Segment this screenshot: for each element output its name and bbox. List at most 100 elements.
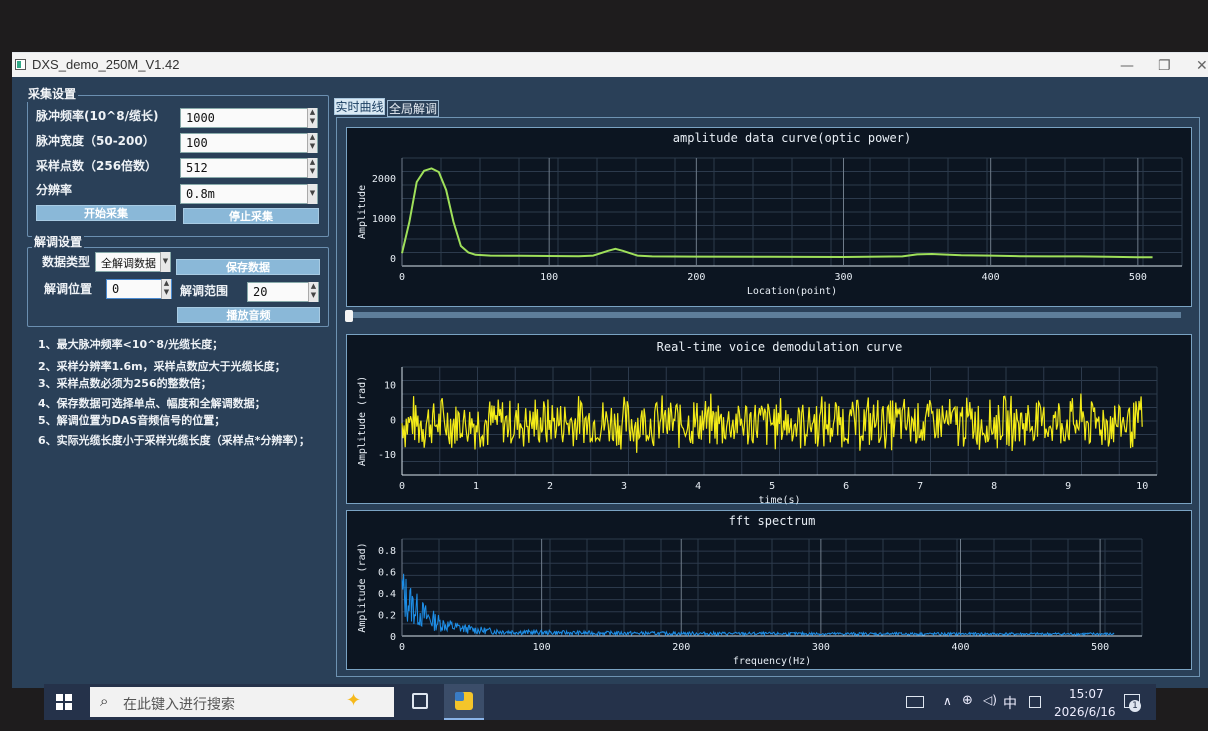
x-tick-label: 10 <box>1136 481 1148 492</box>
spinbox-arrows-icon[interactable]: ▲ ▼ <box>307 108 317 128</box>
x-tick-label: 200 <box>672 642 690 653</box>
close-icon[interactable]: ✕ <box>1196 58 1208 74</box>
taskbar-app-dxs[interactable] <box>444 684 484 720</box>
sample-points-value: 512 <box>186 161 208 175</box>
task-view-icon[interactable] <box>412 693 428 709</box>
save-data-button[interactable]: 保存数据 <box>176 259 320 275</box>
y-axis-label: Amplitude <box>357 185 368 239</box>
start-acquisition-button[interactable]: 开始采集 <box>36 205 176 221</box>
note-2: 2、采样分辨率1.6m，采样点数应大于光缆长度； <box>38 360 286 373</box>
stop-acquisition-button[interactable]: 停止采集 <box>183 208 319 224</box>
x-tick-label: 500 <box>1091 642 1109 653</box>
y-tick-label: 0 <box>390 254 396 265</box>
ime-indicator[interactable]: 中 <box>1003 693 1017 713</box>
x-tick-label: 7 <box>917 481 923 492</box>
demod-position-label: 解调位置 <box>44 282 93 296</box>
app-icon <box>15 59 26 70</box>
x-axis-label: frequency(Hz) <box>733 656 811 667</box>
sample-points-label: 采样点数（256倍数） <box>36 159 158 173</box>
location-slider-handle[interactable] <box>345 310 353 322</box>
pulse-freq-label: 脉冲频率(10^8/缆长) <box>36 109 159 123</box>
spinbox-arrows-icon[interactable]: ▲ ▼ <box>307 158 317 178</box>
resolution-label: 分辨率 <box>36 183 73 197</box>
x-tick-label: 8 <box>991 481 997 492</box>
spinbox-arrows-icon[interactable]: ▲ ▼ <box>308 282 318 302</box>
chevron-down-icon[interactable]: ▼ <box>160 252 170 272</box>
amplitude-chart-svg: amplitude data curve(optic power) Locatio… <box>357 131 1183 297</box>
acquisition-title: 采集设置 <box>26 85 79 102</box>
chart-title: amplitude data curve(optic power) <box>673 131 911 145</box>
x-axis-label: time(s) <box>758 495 800 505</box>
chart-title: Real-time voice demodulation curve <box>657 340 903 354</box>
keyboard-icon[interactable] <box>906 696 924 708</box>
demod-title: 解调设置 <box>32 233 85 250</box>
resolution-select[interactable]: 0.8m ▼ <box>180 184 318 204</box>
chevron-down-icon[interactable]: ▼ <box>307 184 317 204</box>
data-type-select[interactable]: 全解调数据 ▼ <box>95 252 171 272</box>
minimize-icon[interactable]: — <box>1120 58 1134 74</box>
x-tick-label: 0 <box>399 481 405 492</box>
amplitude-series-line <box>401 167 1153 259</box>
taskbar: ⌕ 在此键入进行搜索 ✦ ∧ ⊕ ◁) 中 15:07 2026/6/16 1 <box>44 684 1156 720</box>
window-title: DXS_demo_250M_V1.42 <box>32 57 180 72</box>
resolution-value: 0.8m <box>186 187 215 201</box>
windows-start-icon[interactable] <box>56 694 72 710</box>
x-tick-label: 4 <box>695 481 701 492</box>
clock-time[interactable]: 15:07 <box>1069 687 1104 701</box>
demod-position-input[interactable]: 0 ▲ ▼ <box>106 279 172 299</box>
maximize-icon[interactable]: ❐ <box>1158 58 1171 74</box>
x-tick-label: 1 <box>473 481 479 492</box>
data-type-value: 全解调数据 <box>101 257 156 270</box>
y-tick-label: 0.2 <box>378 610 396 621</box>
chart-title: fft spectrum <box>729 514 816 528</box>
ime-mode-icon[interactable] <box>1029 696 1041 708</box>
y-tick-label: 0 <box>390 415 396 426</box>
x-tick-label: 0 <box>399 642 405 653</box>
pulse-freq-value: 1000 <box>186 111 215 125</box>
note-1: 1、最大脉冲频率<10^8/光缆长度； <box>38 338 224 351</box>
x-tick-label: 2 <box>547 481 553 492</box>
demod-range-label: 解调范围 <box>180 284 229 298</box>
x-tick-label: 400 <box>951 642 969 653</box>
y-tick-label: 0.8 <box>378 546 396 557</box>
title-bar: DXS_demo_250M_V1.42 — ❐ ✕ <box>12 53 1208 77</box>
sample-points-input[interactable]: 512 ▲ ▼ <box>180 158 318 178</box>
pulse-width-value: 100 <box>186 136 208 150</box>
voice-chart: Real-time voice demodulation curve time(s… <box>346 334 1192 506</box>
x-tick-label: 0 <box>399 272 405 283</box>
amplitude-chart: amplitude data curve(optic power) Locatio… <box>346 127 1192 307</box>
clock-date[interactable]: 2026/6/16 <box>1054 705 1116 719</box>
pulse-width-label: 脉冲宽度（50-200） <box>36 134 155 148</box>
x-tick-label: 300 <box>812 642 830 653</box>
x-tick-label: 3 <box>621 481 627 492</box>
fft-chart: fft spectrum frequency(Hz) Amplitude (rad)… <box>346 510 1192 670</box>
tab-realtime[interactable]: 实时曲线 <box>334 98 385 115</box>
demod-range-input[interactable]: 20 ▲ ▼ <box>247 282 319 302</box>
app-window: DXS_demo_250M_V1.42 — ❐ ✕ 采集设置 脉冲频率(10^8… <box>12 52 1208 688</box>
y-tick-label: 1000 <box>372 214 396 225</box>
y-tick-label: 0.4 <box>378 589 396 600</box>
globe-icon[interactable]: ⊕ <box>962 693 973 708</box>
fft-series-line <box>401 573 1115 637</box>
volume-icon[interactable]: ◁) <box>983 693 997 707</box>
play-audio-button[interactable]: 播放音频 <box>177 307 320 323</box>
spinbox-arrows-icon[interactable]: ▲ ▼ <box>161 279 171 299</box>
x-tick-label: 5 <box>769 481 775 492</box>
location-slider-track[interactable] <box>347 312 1181 318</box>
taskbar-search-box[interactable]: ⌕ 在此键入进行搜索 ✦ <box>90 687 394 717</box>
pulse-width-input[interactable]: 100 ▲ ▼ <box>180 133 318 153</box>
search-icon: ⌕ <box>100 692 109 710</box>
y-tick-label: -10 <box>378 450 396 461</box>
python-app-icon <box>455 692 473 710</box>
pulse-freq-input[interactable]: 1000 ▲ ▼ <box>180 108 318 128</box>
tab-global-demod[interactable]: 全局解调 <box>387 100 439 117</box>
y-axis-label: Amplitude (rad) <box>357 376 368 466</box>
chevron-up-icon[interactable]: ∧ <box>943 694 952 708</box>
spinbox-arrows-icon[interactable]: ▲ ▼ <box>307 133 317 153</box>
y-tick-label: 0 <box>390 632 396 643</box>
sparkle-icon: ✦ <box>346 690 362 711</box>
note-3: 3、采样点数必须为256的整数倍； <box>38 377 212 390</box>
y-tick-label: 10 <box>384 380 396 391</box>
demod-position-value: 0 <box>112 282 120 296</box>
notification-icon[interactable]: 1 <box>1124 694 1141 712</box>
